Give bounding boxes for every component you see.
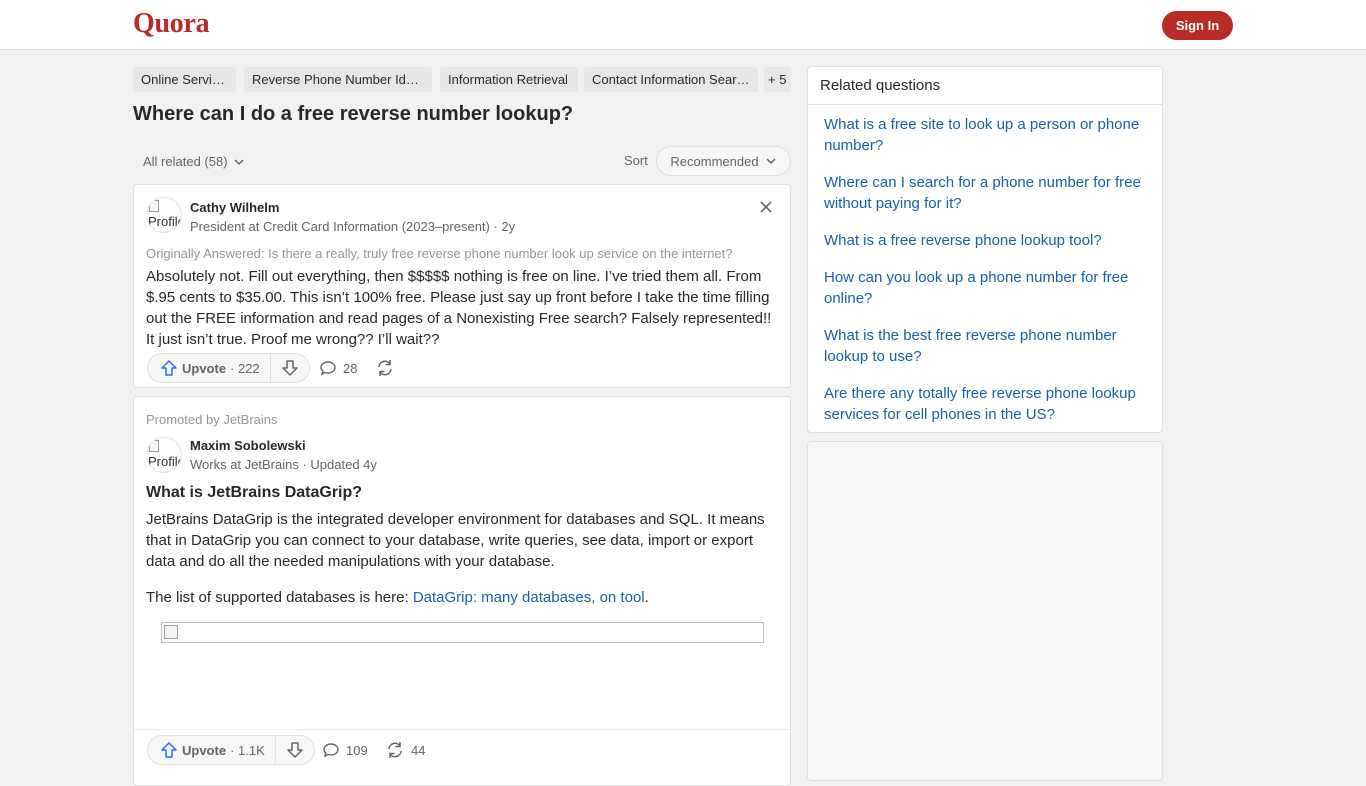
upvote-arrow-icon <box>161 742 177 758</box>
topic-chip-online-services[interactable]: Online Services <box>133 67 236 92</box>
avatar[interactable]: Profile <box>146 437 182 473</box>
related-questions-list: What is a free site to look up a person … <box>824 114 1144 441</box>
broken-image-icon <box>149 200 159 212</box>
list-item: What is the best free reverse phone numb… <box>824 325 1144 367</box>
refresh-share-icon <box>388 742 402 758</box>
upvote-label: Upvote <box>182 360 227 376</box>
datagrip-link[interactable]: DataGrip: many databases, on tool <box>413 589 645 606</box>
upvote-arrow-icon <box>161 360 177 376</box>
list-item: Are there any totally free reverse phone… <box>824 383 1144 425</box>
related-question-link[interactable]: Are there any totally free reverse phone… <box>824 383 1144 425</box>
answer-action-bar: Upvote · 222 28 <box>147 353 777 383</box>
topic-chip-more[interactable]: + 5 <box>764 67 791 92</box>
list-item: How can you look up a phone number for f… <box>824 267 1144 309</box>
promoted-card: Promoted by JetBrains Profile Maxim Sobo… <box>133 396 791 786</box>
downvote-arrow-icon <box>281 360 298 376</box>
author-name[interactable]: Maxim Sobolewski <box>190 438 306 453</box>
comment-icon <box>323 743 339 758</box>
broken-image-icon <box>149 440 159 452</box>
upvote-label: Upvote <box>182 742 227 758</box>
vote-pill: Upvote · 222 <box>147 353 310 383</box>
close-icon <box>760 201 772 213</box>
sort-dropdown[interactable]: Recommended <box>656 146 791 176</box>
upvote-button[interactable]: Upvote · 1.1K <box>148 736 276 764</box>
divider <box>134 729 790 730</box>
related-question-link[interactable]: What is the best free reverse phone numb… <box>824 325 1144 367</box>
comment-count: 109 <box>346 742 368 758</box>
answer-text: Absolutely not. Fill out everything, the… <box>146 268 772 348</box>
downvote-arrow-icon <box>287 742 303 758</box>
promo-action-bar: Upvote · 1.1K 109 44 <box>147 735 777 765</box>
related-questions-card: Related questions What is a free site to… <box>807 66 1163 433</box>
answer-card: Profile Cathy Wilhelm President at Credi… <box>133 184 791 388</box>
related-question-link[interactable]: Where can I search for a phone number fo… <box>824 172 1144 214</box>
top-header: Quora Sign In <box>0 0 1366 50</box>
upvote-count: · 222 <box>230 360 260 376</box>
avatar-alt-text: Profile <box>148 454 182 469</box>
avatar-alt-text: Profile <box>148 214 182 229</box>
promo-paragraph: JetBrains DataGrip is the integrated dev… <box>146 511 765 570</box>
promoted-by-label[interactable]: Promoted by JetBrains <box>146 412 278 427</box>
downvote-button[interactable] <box>271 354 309 382</box>
sidebar-ad-slot <box>807 441 1163 781</box>
related-question-link[interactable]: How can you look up a phone number for f… <box>824 267 1144 309</box>
topic-chip-contact-info[interactable]: Contact Information Searc... <box>584 67 758 92</box>
share-button[interactable] <box>375 353 395 383</box>
question-title: Where can I do a free reverse number loo… <box>133 103 574 125</box>
broken-image-icon <box>164 625 178 639</box>
share-count: 44 <box>411 742 426 758</box>
promo-text: . <box>644 589 649 606</box>
sign-in-button[interactable]: Sign In <box>1162 11 1233 40</box>
promo-image <box>161 622 764 643</box>
chevron-down-icon <box>234 158 244 165</box>
sort-label: Sort <box>624 153 648 168</box>
comment-button[interactable]: 28 <box>319 353 357 383</box>
refresh-share-icon <box>378 360 392 376</box>
author-credential: Works at JetBrains · Updated 4y <box>190 457 377 472</box>
answer-filter-bar: All related (58) Sort Recommended <box>133 146 791 176</box>
all-related-label: All related (58) <box>143 154 228 169</box>
avatar[interactable]: Profile <box>146 197 182 233</box>
related-questions-heading: Related questions <box>808 67 1162 105</box>
share-button[interactable]: 44 <box>385 735 425 765</box>
all-related-dropdown[interactable]: All related (58) <box>143 154 245 169</box>
sort-value: Recommended <box>670 153 759 169</box>
author-credential: President at Credit Card Information (20… <box>190 219 516 234</box>
list-item: Where can I search for a phone number fo… <box>824 172 1144 214</box>
promo-text: The list of supported databases is here: <box>146 589 413 606</box>
topic-chip-information-retrieval[interactable]: Information Retrieval <box>440 67 578 92</box>
upvote-count: · 1.1K <box>230 742 265 758</box>
promo-paragraph: The list of supported databases is here:… <box>146 587 776 608</box>
quora-logo[interactable]: Quora <box>133 8 210 40</box>
author-name[interactable]: Cathy Wilhelm <box>190 200 279 215</box>
chevron-down-icon <box>766 158 776 165</box>
topic-chip-reverse-phone[interactable]: Reverse Phone Number Iden... <box>244 67 432 92</box>
comment-count: 28 <box>343 360 358 376</box>
list-item: What is a free reverse phone lookup tool… <box>824 230 1144 251</box>
originally-answered[interactable]: Originally Answered: Is there a really, … <box>146 246 733 261</box>
promo-body: JetBrains DataGrip is the integrated dev… <box>146 509 776 608</box>
vote-pill: Upvote · 1.1K <box>147 735 315 765</box>
promo-title[interactable]: What is JetBrains DataGrip? <box>146 484 362 502</box>
comment-button[interactable]: 109 <box>322 735 368 765</box>
related-question-link[interactable]: What is a free reverse phone lookup tool… <box>824 230 1144 251</box>
upvote-button[interactable]: Upvote · 222 <box>148 354 271 382</box>
downvote-button[interactable] <box>276 736 314 764</box>
comment-icon <box>320 361 336 376</box>
list-item: What is a free site to look up a person … <box>824 114 1144 156</box>
close-button[interactable] <box>755 196 777 218</box>
related-question-link[interactable]: What is a free site to look up a person … <box>824 114 1144 156</box>
